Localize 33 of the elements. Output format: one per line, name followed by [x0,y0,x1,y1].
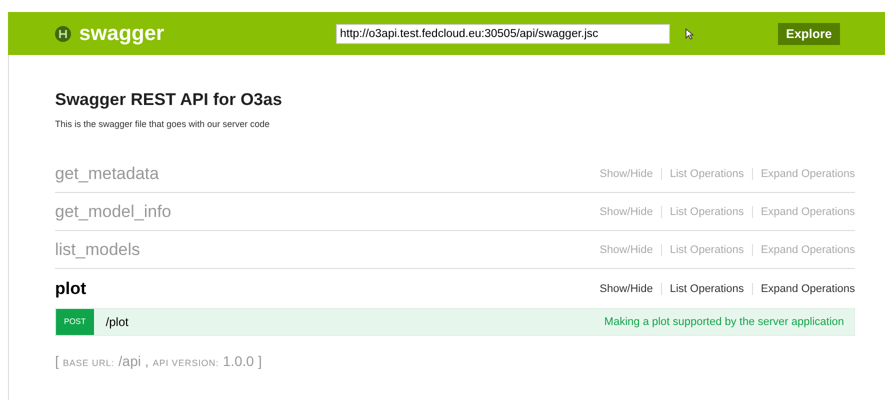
footer-value: 1.0.0 [222,353,254,369]
footer-value: /api , [118,353,149,369]
url-field[interactable]: http://o3api.test.fedcloud.eu:30505/api/swagger.jsc [336,24,670,44]
cursor-icon [685,28,694,40]
operation-row[interactable]: POST /plot Making a plot supported by the server application [55,308,855,336]
resource-name[interactable]: list_models [55,240,140,260]
resource-name[interactable]: get_metadata [55,164,159,184]
resource-link[interactable]: Expand Operations [760,168,855,180]
operation-summary: Making a plot supported by the server application [604,316,844,328]
api-description: This is the swagger file that goes with our server code [55,119,271,129]
resource-link[interactable]: List Operations [670,206,744,218]
logo-icon [54,24,72,42]
resource-link[interactable]: Show/Hide [600,168,653,180]
resource-link[interactable]: List Operations [670,282,744,294]
footer-label: BASE URL: [62,358,114,368]
resource-link[interactable]: List Operations [670,168,744,180]
resource-link[interactable]: Show/Hide [600,206,653,218]
resource-link[interactable]: Show/Hide [600,282,653,294]
operation-path: /plot [106,315,128,329]
logo-text: swagger [79,22,164,46]
resource-name[interactable]: plot [55,278,86,298]
resource-name[interactable]: get_model_info [55,202,172,222]
footer-bracket: ] [258,353,262,369]
resource-link[interactable]: Expand Operations [760,282,855,294]
api-title: Swagger REST API for O3as [55,90,284,110]
method-badge: POST [56,309,94,335]
explore-button[interactable]: Explore [778,22,840,44]
footer-label: API VERSION: [152,358,219,368]
resource-link[interactable]: List Operations [670,244,744,256]
resource-link[interactable]: Expand Operations [760,244,855,256]
footer-bracket: [ [55,353,59,369]
resource-link[interactable]: Expand Operations [760,206,855,218]
resource-link[interactable]: Show/Hide [600,244,653,256]
